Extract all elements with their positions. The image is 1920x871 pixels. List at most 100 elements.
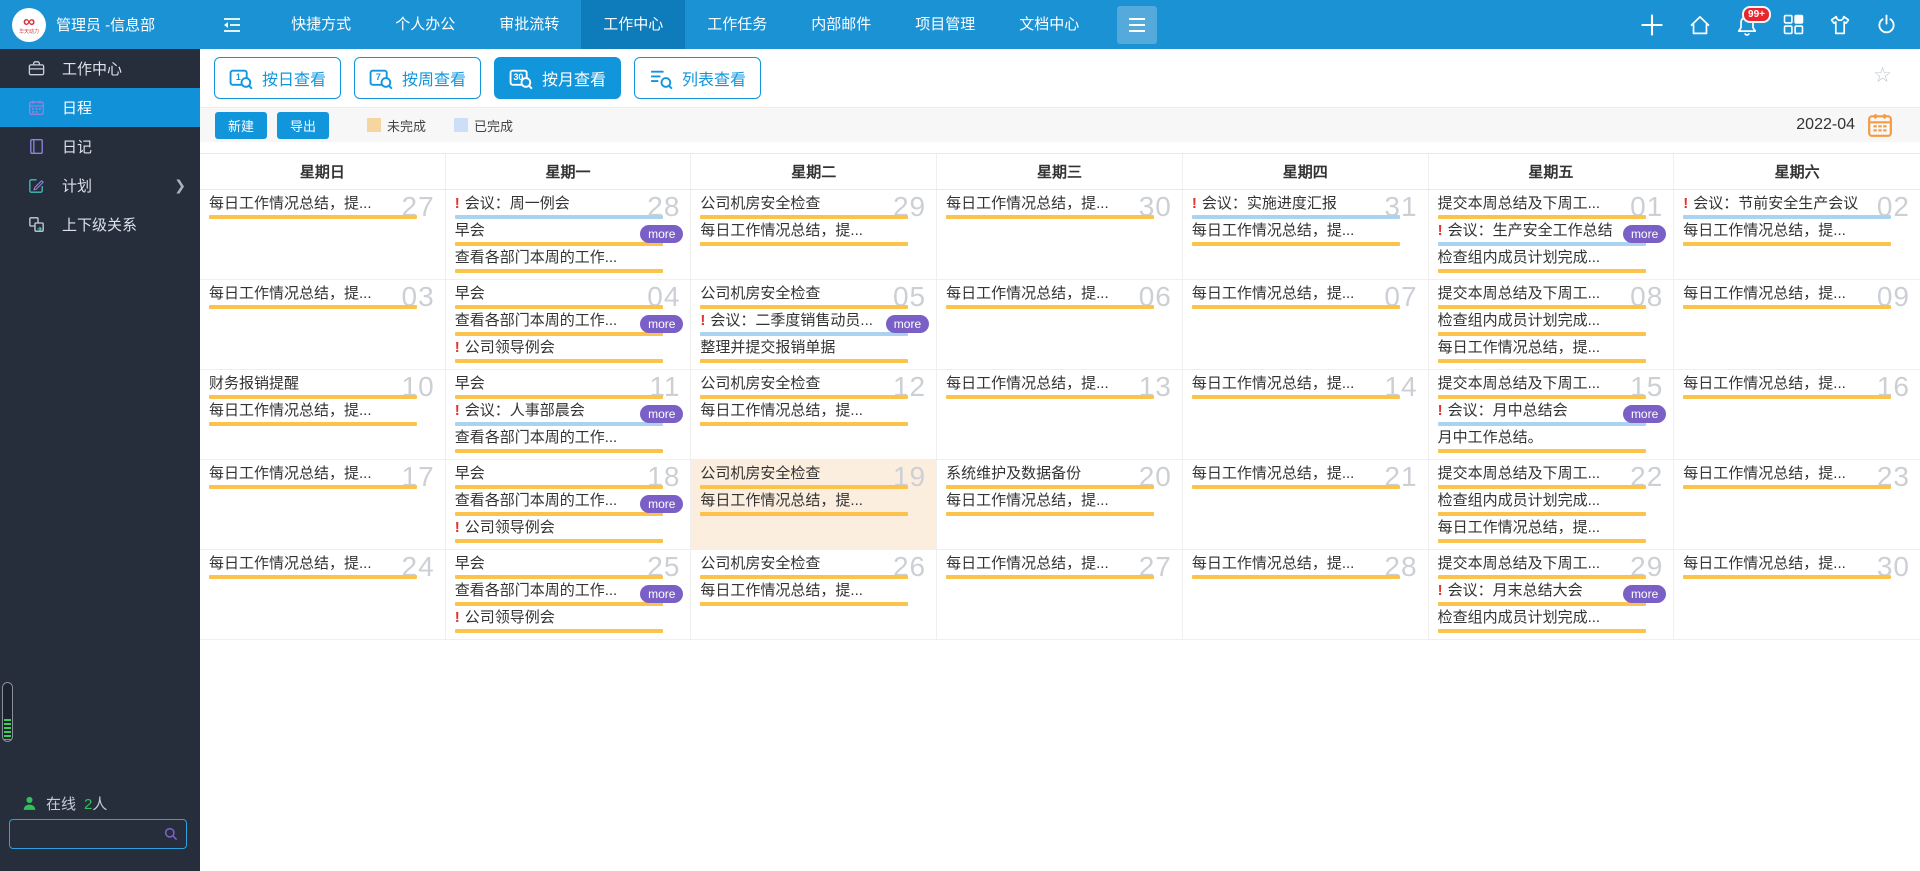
calendar-event[interactable]: 公司机房安全检查	[700, 195, 909, 219]
calendar-event[interactable]: 每日工作情况总结，提...	[1683, 222, 1892, 246]
scroll-level-indicator[interactable]	[2, 682, 13, 742]
calendar-day-cell[interactable]: 18 早会 查看各部门本周的工作...! 公司领导例会 more	[446, 460, 692, 549]
calendar-day-cell[interactable]: 17 每日工作情况总结，提...	[200, 460, 446, 549]
calendar-event[interactable]: ! 会议：节前安全生产会议	[1683, 195, 1892, 219]
calendar-event[interactable]: 查看各部门本周的工作...	[454, 582, 663, 606]
calendar-event[interactable]: 每日工作情况总结，提...	[946, 555, 1155, 579]
calendar-day-cell[interactable]: 13 每日工作情况总结，提...	[937, 370, 1183, 459]
calendar-event[interactable]: 每日工作情况总结，提...	[209, 285, 417, 309]
more-badge[interactable]: more	[640, 495, 684, 513]
calendar-event[interactable]: 每日工作情况总结，提...	[700, 222, 909, 246]
calendar-event[interactable]: 每日工作情况总结，提...	[1191, 375, 1400, 399]
nav-item-2[interactable]: 个人办公	[373, 0, 477, 49]
tab-按月查看[interactable]: 30 按月查看	[494, 57, 622, 99]
nav-item-3[interactable]: 审批流转	[477, 0, 581, 49]
more-badge[interactable]: more	[1622, 405, 1667, 423]
calendar-event[interactable]: ! 公司领导例会	[454, 519, 663, 543]
theme-icon[interactable]	[1828, 13, 1852, 37]
calendar-day-cell[interactable]: 04 早会 查看各部门本周的工作...! 公司领导例会 more	[446, 280, 692, 369]
calendar-event[interactable]: 每日工作情况总结，提...	[1437, 519, 1646, 543]
calendar-event[interactable]: 检查组内成员计划完成...	[1437, 492, 1646, 516]
calendar-event[interactable]: 查看各部门本周的工作...	[454, 492, 663, 516]
calendar-day-cell[interactable]: 06 每日工作情况总结，提...	[937, 280, 1183, 369]
more-badge[interactable]: more	[885, 315, 930, 333]
calendar-event[interactable]: ! 会议：月末总结大会	[1437, 582, 1646, 606]
home-icon[interactable]	[1688, 13, 1712, 37]
calendar-event[interactable]: 检查组内成员计划完成...	[1437, 249, 1646, 273]
calendar-day-cell[interactable]: 15 提交本周总结及下周工...! 会议：月中总结会 月中工作总结。 more	[1429, 370, 1675, 459]
calendar-day-cell[interactable]: 02! 会议：节前安全生产会议 每日工作情况总结，提...	[1674, 190, 1920, 279]
calendar-event[interactable]: 公司机房安全检查	[700, 465, 909, 489]
power-icon[interactable]	[1875, 13, 1898, 36]
calendar-event[interactable]: 财务报销提醒	[209, 375, 417, 399]
nav-item-8[interactable]: 文档中心	[997, 0, 1101, 49]
favorite-star-icon[interactable]: ☆	[1873, 65, 1892, 86]
calendar-day-cell[interactable]: 05 公司机房安全检查! 会议：二季度销售动员... 整理并提交报销单据 more	[691, 280, 938, 369]
calendar-day-cell[interactable]: 08 提交本周总结及下周工... 检查组内成员计划完成... 每日工作情况总结，提..…	[1429, 280, 1675, 369]
nav-item-5[interactable]: 工作任务	[685, 0, 789, 49]
calendar-event[interactable]: 检查组内成员计划完成...	[1437, 609, 1646, 633]
more-badge[interactable]: more	[1622, 585, 1667, 603]
calendar-day-cell[interactable]: 20 系统维护及数据备份 每日工作情况总结，提...	[937, 460, 1183, 549]
calendar-day-cell[interactable]: 21 每日工作情况总结，提...	[1183, 460, 1429, 549]
calendar-event[interactable]: 每日工作情况总结，提...	[1683, 375, 1892, 399]
plus-icon[interactable]	[1639, 12, 1665, 38]
calendar-day-cell[interactable]: 29 公司机房安全检查 每日工作情况总结，提...	[691, 190, 938, 279]
calendar-day-cell[interactable]: 09 每日工作情况总结，提...	[1674, 280, 1920, 369]
bell-icon[interactable]: 99+	[1735, 5, 1771, 37]
calendar-event[interactable]: 每日工作情况总结，提...	[1683, 285, 1892, 309]
more-badge[interactable]: more	[640, 585, 684, 603]
calendar-day-cell[interactable]: 28! 会议：周一例会 早会 查看各部门本周的工作... more	[446, 190, 692, 279]
nav-item-4[interactable]: 工作中心	[581, 0, 686, 49]
calendar-event[interactable]: 每日工作情况总结，提...	[209, 402, 417, 426]
collapse-menu-icon[interactable]	[221, 15, 243, 35]
calendar-day-cell[interactable]: 07 每日工作情况总结，提...	[1183, 280, 1429, 369]
search-icon[interactable]	[163, 826, 179, 842]
calendar-event[interactable]: ! 会议：二季度销售动员...	[700, 312, 909, 336]
calendar-event[interactable]: 每日工作情况总结，提...	[946, 375, 1155, 399]
calendar-day-cell[interactable]: 24 每日工作情况总结，提...	[200, 550, 446, 639]
tab-列表查看[interactable]: 列表查看	[634, 57, 762, 99]
calendar-event[interactable]: 每日工作情况总结，提...	[1683, 555, 1892, 579]
calendar-event[interactable]: 每日工作情况总结，提...	[1191, 285, 1400, 309]
calendar-event[interactable]: 月中工作总结。	[1437, 429, 1646, 453]
calendar-event[interactable]: 检查组内成员计划完成...	[1437, 312, 1646, 336]
calendar-event[interactable]: 早会	[454, 465, 663, 489]
calendar-event[interactable]: 查看各部门本周的工作...	[454, 249, 663, 273]
calendar-event[interactable]: ! 会议：月中总结会	[1437, 402, 1646, 426]
calendar-day-cell[interactable]: 31! 会议：实施进度汇报 每日工作情况总结，提...	[1183, 190, 1429, 279]
sidebar-item-3[interactable]: 日记	[0, 127, 200, 166]
calendar-event[interactable]: 每日工作情况总结，提...	[1191, 222, 1400, 246]
calendar-day-cell[interactable]: 22 提交本周总结及下周工... 检查组内成员计划完成... 每日工作情况总结，提..…	[1429, 460, 1675, 549]
more-menu-button[interactable]	[1117, 5, 1158, 44]
calendar-event[interactable]: 系统维护及数据备份	[946, 465, 1155, 489]
calendar-day-cell[interactable]: 03 每日工作情况总结，提...	[200, 280, 446, 369]
calendar-event[interactable]: 每日工作情况总结，提...	[209, 465, 417, 489]
calendar-event[interactable]: 公司机房安全检查	[700, 375, 909, 399]
calendar-event[interactable]: 提交本周总结及下周工...	[1437, 195, 1646, 219]
calendar-event[interactable]: 每日工作情况总结，提...	[946, 285, 1155, 309]
more-badge[interactable]: more	[640, 315, 684, 333]
calendar-event[interactable]: 早会	[454, 285, 663, 309]
calendar-event[interactable]: 每日工作情况总结，提...	[700, 492, 909, 516]
calendar-day-cell[interactable]: 29 提交本周总结及下周工...! 会议：月末总结大会 检查组内成员计划完成... mo…	[1429, 550, 1675, 639]
calendar-day-cell[interactable]: 27 每日工作情况总结，提...	[200, 190, 446, 279]
new-button[interactable]: 新建	[215, 111, 268, 139]
calendar-event[interactable]: 每日工作情况总结，提...	[209, 195, 417, 219]
calendar-event[interactable]: 每日工作情况总结，提...	[209, 555, 417, 579]
calendar-day-cell[interactable]: 28 每日工作情况总结，提...	[1183, 550, 1429, 639]
calendar-day-cell[interactable]: 14 每日工作情况总结，提...	[1183, 370, 1429, 459]
calendar-event[interactable]: 每日工作情况总结，提...	[700, 402, 909, 426]
sidebar-item-2[interactable]: 日程	[0, 88, 200, 127]
calendar-event[interactable]: 提交本周总结及下周工...	[1437, 285, 1646, 309]
sidebar-item-4[interactable]: 计划 ❯	[0, 166, 200, 205]
calendar-day-cell[interactable]: 01 提交本周总结及下周工...! 会议：生产安全工作总结 检查组内成员计划完成...…	[1429, 190, 1675, 279]
nav-item-7[interactable]: 项目管理	[893, 0, 997, 49]
calendar-day-cell[interactable]: 23 每日工作情况总结，提...	[1674, 460, 1920, 549]
app-logo[interactable]: ∞ 华天动力	[12, 7, 46, 42]
calendar-event[interactable]: 早会	[454, 375, 663, 399]
calendar-event[interactable]: 每日工作情况总结，提...	[1437, 339, 1646, 363]
more-badge[interactable]: more	[1622, 225, 1667, 243]
calendar-event[interactable]: ! 公司领导例会	[454, 609, 663, 633]
tab-按周查看[interactable]: 7 按周查看	[354, 57, 482, 99]
